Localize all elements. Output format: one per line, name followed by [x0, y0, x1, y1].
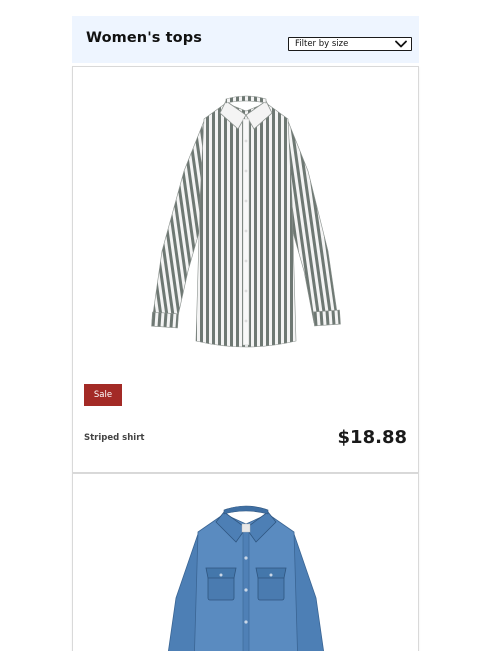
product-price: $18.88	[337, 427, 407, 448]
product-card[interactable]	[72, 473, 419, 651]
product-card[interactable]: Sale Striped shirt $18.88	[72, 66, 419, 473]
product-name[interactable]: Striped shirt	[84, 433, 144, 443]
sale-badge: Sale	[84, 384, 122, 406]
striped-shirt-icon[interactable]	[146, 91, 346, 355]
product-listing-page: Women's tops Filter by size Sale Striped…	[0, 0, 492, 651]
denim-shirt-icon[interactable]	[146, 498, 346, 651]
chevron-down-icon	[395, 40, 407, 48]
page-title: Women's tops	[86, 30, 202, 46]
size-filter-label: Filter by size	[295, 39, 349, 49]
listing-header: Women's tops Filter by size	[72, 16, 419, 63]
size-filter-select[interactable]: Filter by size	[288, 37, 412, 51]
